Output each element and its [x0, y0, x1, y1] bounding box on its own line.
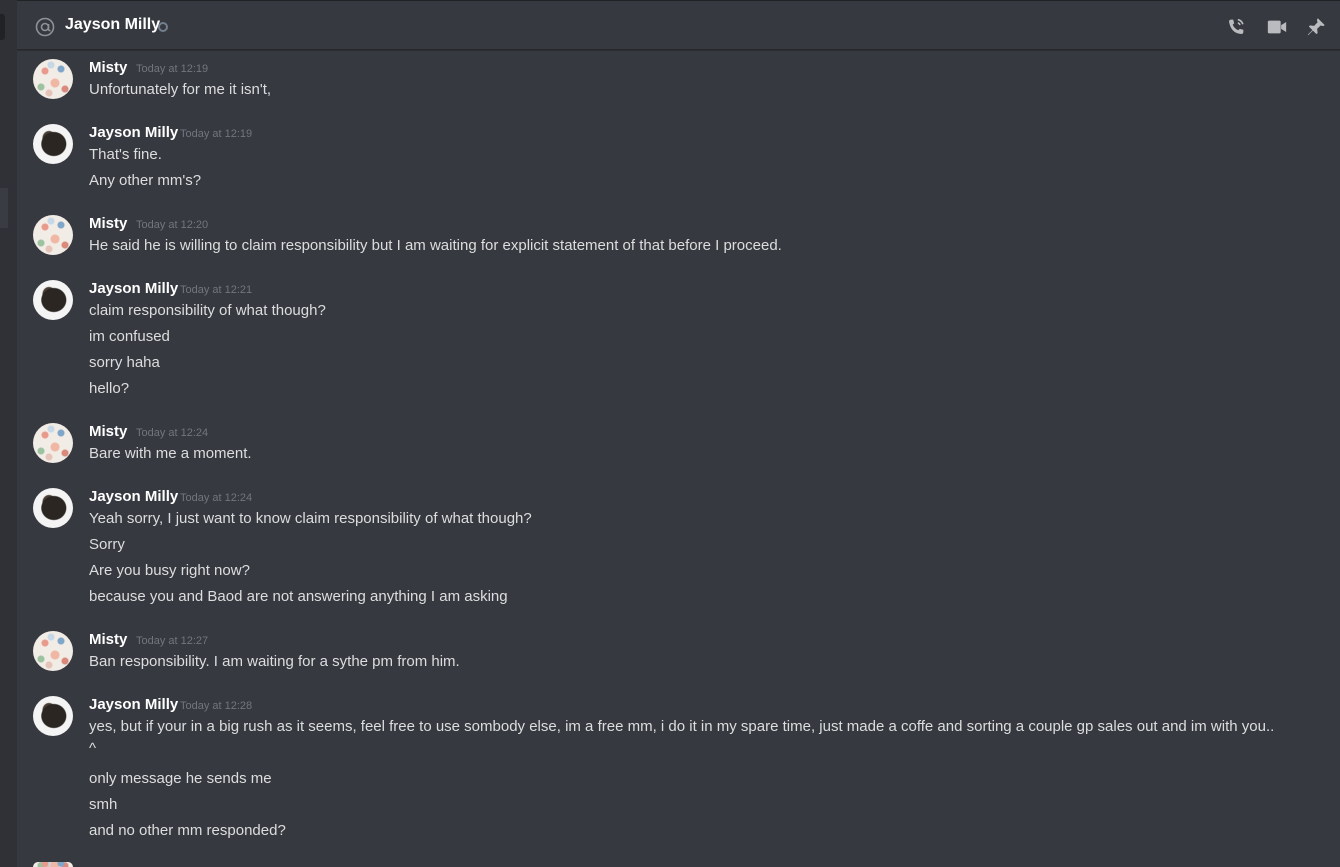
message-timestamp: Today at 12:27	[136, 635, 209, 647]
message-text: Unfortunately for me it isn't,	[89, 81, 272, 98]
avatar[interactable]	[33, 862, 73, 867]
avatar[interactable]	[33, 696, 73, 736]
message-text: That's fine.	[89, 146, 162, 163]
message-timestamp: Today at 12:19	[180, 128, 253, 140]
message-author[interactable]: Jayson Milly	[89, 124, 178, 141]
message-author[interactable]: Misty	[89, 631, 127, 648]
message-text: only message he sends me	[89, 770, 272, 787]
avatar[interactable]	[33, 423, 73, 463]
message-timestamp: Today at 12:28	[180, 700, 253, 712]
message-text: and no other mm responded?	[89, 822, 286, 839]
message-timestamp: Today at 12:21	[180, 284, 253, 296]
message-text: claim responsibility of what though?	[89, 302, 326, 319]
video-icon[interactable]	[1266, 16, 1288, 38]
message-timestamp: Today at 12:24	[180, 492, 253, 504]
message-timestamp: Today at 12:20	[136, 219, 209, 231]
message-author[interactable]: Jayson Milly	[89, 280, 178, 297]
status-indicator	[158, 22, 168, 32]
message-list[interactable]: Misty Today at 12:19 Unfortunately for m…	[17, 50, 1340, 867]
avatar[interactable]	[33, 488, 73, 528]
message-text: He said he is willing to claim responsib…	[89, 237, 782, 254]
avatar[interactable]	[33, 124, 73, 164]
guild-sidebar-edge	[0, 0, 17, 867]
message-text: Sorry	[89, 536, 125, 553]
message-timestamp: Today at 12:24	[136, 427, 209, 439]
message-text: Are you busy right now?	[89, 562, 250, 579]
call-icon[interactable]	[1225, 16, 1247, 38]
message-author[interactable]: Jayson Milly	[89, 696, 178, 713]
message-author[interactable]: Misty	[89, 423, 127, 440]
avatar[interactable]	[33, 215, 73, 255]
avatar[interactable]	[33, 280, 73, 320]
avatar[interactable]	[33, 59, 73, 99]
channel-header: Jayson Milly	[17, 0, 1340, 50]
message-text: sorry haha	[89, 354, 160, 371]
message-text: because you and Baod are not answering a…	[89, 588, 508, 605]
channel-title: Jayson Milly	[65, 16, 161, 33]
avatar[interactable]	[33, 631, 73, 671]
at-icon	[35, 17, 55, 37]
message-text: ^	[89, 740, 97, 757]
message-text: Any other mm's?	[89, 172, 202, 189]
server-indicator	[0, 14, 5, 40]
message-text: Bare with me a moment.	[89, 445, 252, 462]
message-author[interactable]: Misty	[89, 59, 127, 76]
message-author[interactable]: Misty	[89, 215, 127, 232]
message-text: im confused	[89, 328, 170, 345]
message-author[interactable]: Jayson Milly	[89, 488, 178, 505]
message-text: Ban responsibility. I am waiting for a s…	[89, 653, 460, 670]
message-text: hello?	[89, 380, 130, 397]
message-timestamp: Today at 12:19	[136, 63, 209, 75]
message-text: Yeah sorry, I just want to know claim re…	[89, 510, 532, 527]
message-text: smh	[89, 796, 118, 813]
scroll-region	[0, 188, 8, 228]
pin-icon[interactable]	[1305, 16, 1327, 38]
message-text: yes, but if your in a big rush as it see…	[89, 718, 1275, 735]
